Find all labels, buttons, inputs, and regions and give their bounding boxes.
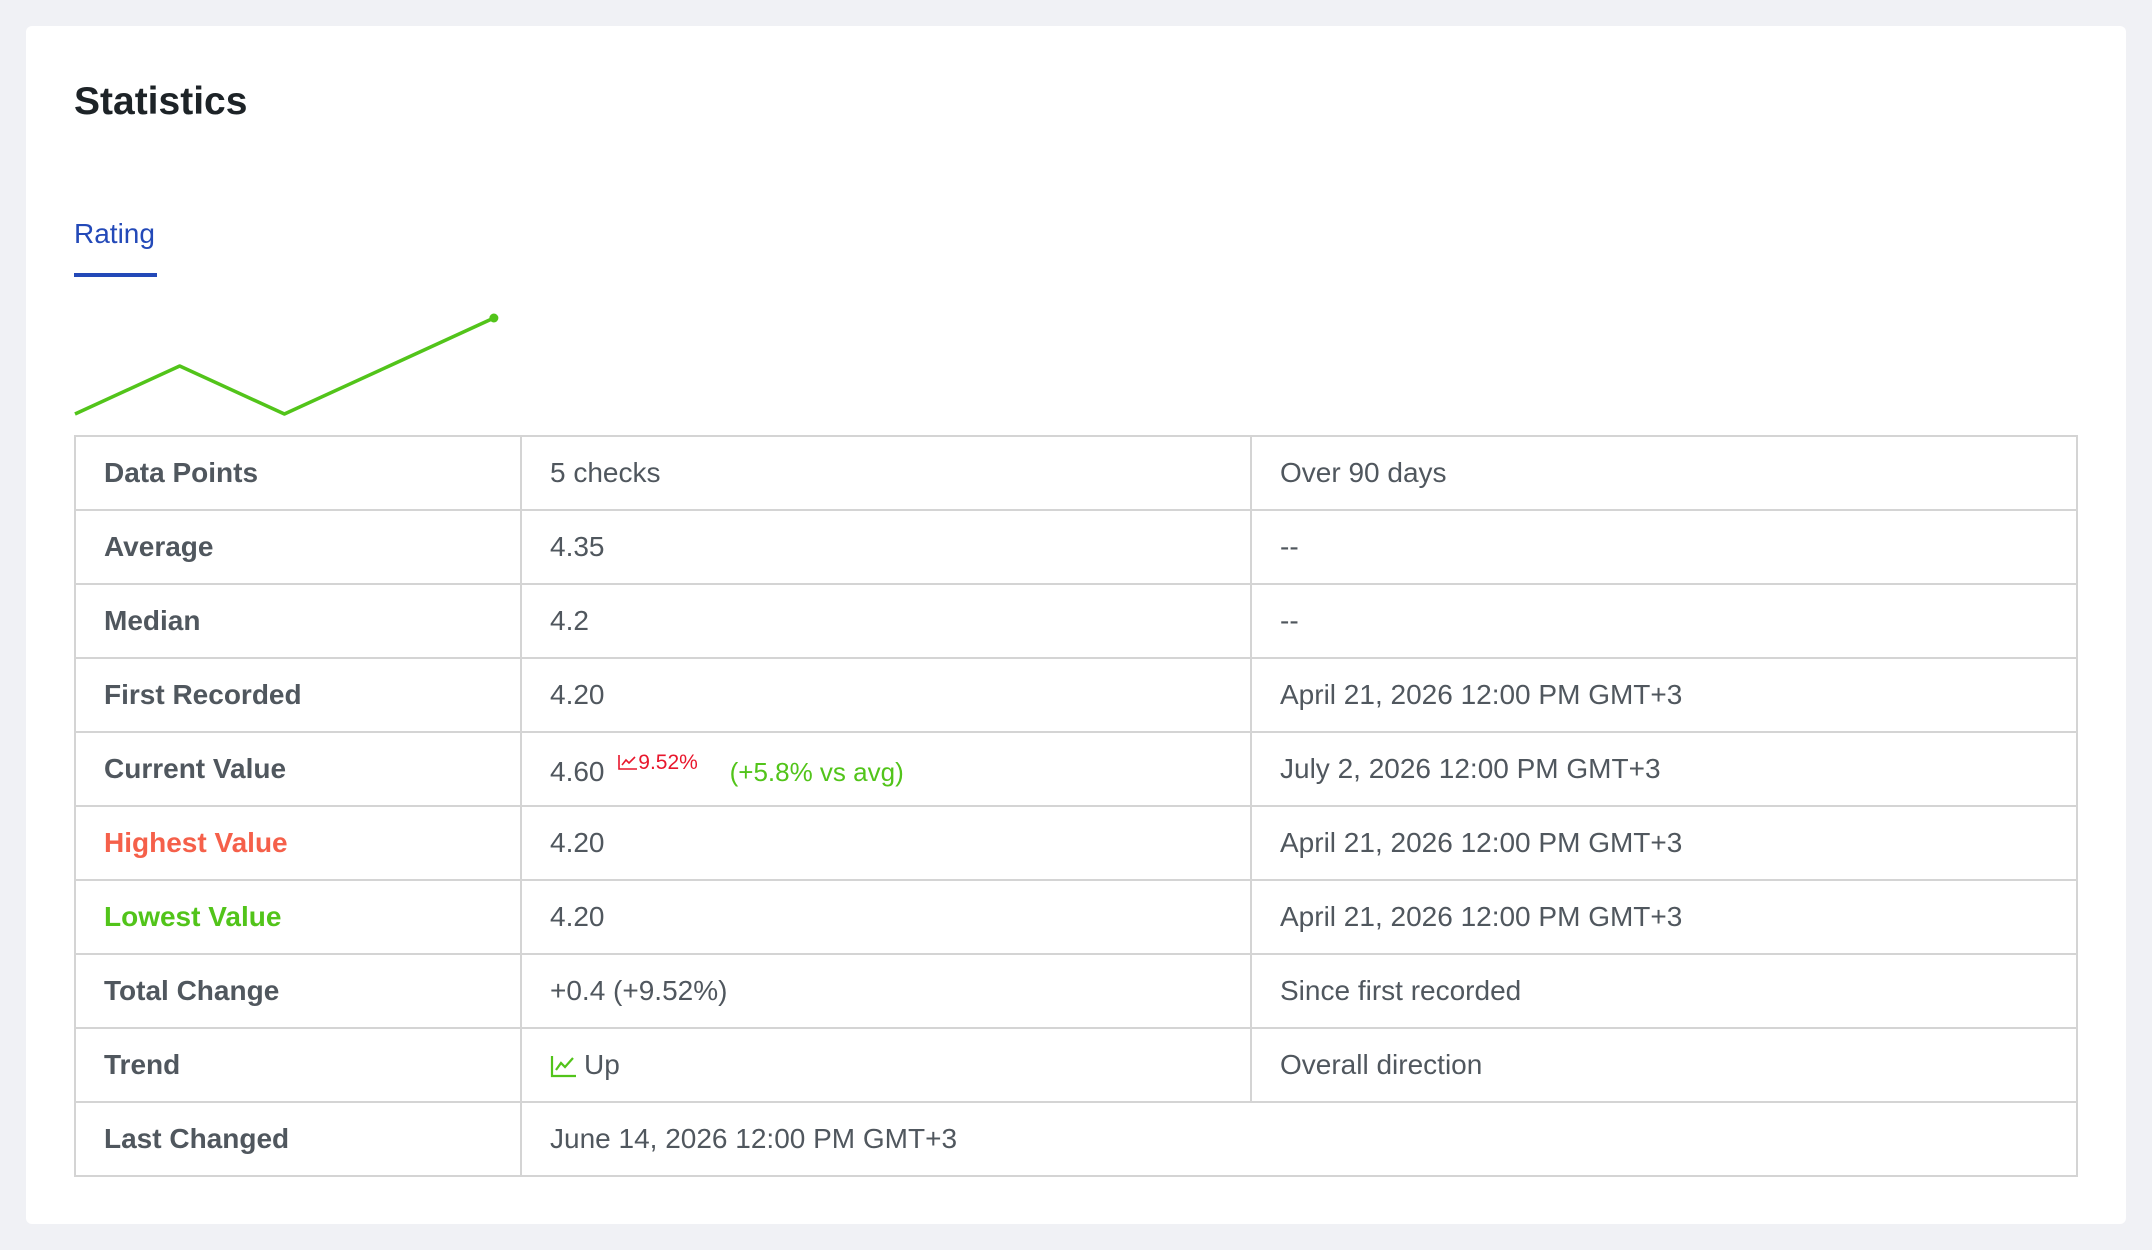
data-points-note: Over 90 days [1250, 435, 2078, 511]
rating-sparkline [74, 313, 499, 416]
current-value-note: July 2, 2026 12:00 PM GMT+3 [1250, 731, 2078, 807]
highest-value-note: April 21, 2026 12:00 PM GMT+3 [1250, 805, 2078, 881]
median-note: -- [1250, 583, 2078, 659]
table-row: Highest Value 4.20 April 21, 2026 12:00 … [74, 805, 2078, 881]
trend-note: Overall direction [1250, 1027, 2078, 1103]
current-value: 4.60 [550, 755, 605, 787]
row-label-median: Median [74, 583, 522, 659]
change-badge: 9.52% [618, 751, 698, 775]
last-changed-value: June 14, 2026 12:00 PM GMT+3 [520, 1101, 2078, 1177]
lowest-value: 4.20 [520, 879, 1252, 955]
average-note: -- [1250, 509, 2078, 585]
table-row: Last Changed June 14, 2026 12:00 PM GMT+… [74, 1101, 2078, 1177]
row-label-current-value: Current Value [74, 731, 522, 807]
row-label-first-recorded: First Recorded [74, 657, 522, 733]
active-tab-indicator [74, 273, 157, 277]
statistics-card: Statistics Rating Data Points 5 checks O… [26, 26, 2126, 1224]
highest-value: 4.20 [520, 805, 1252, 881]
trend-up-icon [550, 1056, 576, 1078]
first-recorded-note: April 21, 2026 12:00 PM GMT+3 [1250, 657, 2078, 733]
row-label-trend: Trend [74, 1027, 522, 1103]
current-value-cell: 4.60 9.52% (+5.8% vs avg) [520, 731, 1252, 807]
change-percent: 9.52% [638, 750, 698, 774]
average-value: 4.35 [520, 509, 1252, 585]
table-row: Lowest Value 4.20 April 21, 2026 12:00 P… [74, 879, 2078, 955]
total-change-note: Since first recorded [1250, 953, 2078, 1029]
sparkline-last-point [489, 313, 499, 323]
total-change-value: +0.4 (+9.52%) [520, 953, 1252, 1029]
first-recorded-value: 4.20 [520, 657, 1252, 733]
trend-value: Up [584, 1049, 620, 1080]
row-label-highest-value: Highest Value [74, 805, 522, 881]
tab-rating[interactable]: Rating [74, 216, 155, 252]
table-row: First Recorded 4.20 April 21, 2026 12:00… [74, 657, 2078, 733]
row-label-total-change: Total Change [74, 953, 522, 1029]
median-value: 4.2 [520, 583, 1252, 659]
table-row: Total Change +0.4 (+9.52%) Since first r… [74, 953, 2078, 1029]
data-points-value: 5 checks [520, 435, 1252, 511]
statistics-table: Data Points 5 checks Over 90 days Averag… [74, 435, 2078, 1177]
table-row: Average 4.35 -- [74, 509, 2078, 585]
trend-up-icon [618, 754, 638, 770]
trend-cell: Up [520, 1027, 1252, 1103]
row-label-last-changed: Last Changed [74, 1101, 522, 1177]
row-label-lowest-value: Lowest Value [74, 879, 522, 955]
table-row: Data Points 5 checks Over 90 days [74, 435, 2078, 511]
card-title: Statistics [74, 80, 248, 123]
lowest-value-note: April 21, 2026 12:00 PM GMT+3 [1250, 879, 2078, 955]
sparkline-series [74, 316, 495, 416]
row-label-average: Average [74, 509, 522, 585]
row-label-data-points: Data Points [74, 435, 522, 511]
table-row: Trend Up Overall direction [74, 1027, 2078, 1103]
table-row: Current Value 4.60 9.52% (+5.8% vs avg) … [74, 731, 2078, 807]
table-row: Median 4.2 -- [74, 583, 2078, 659]
vs-average: (+5.8% vs avg) [729, 756, 904, 787]
